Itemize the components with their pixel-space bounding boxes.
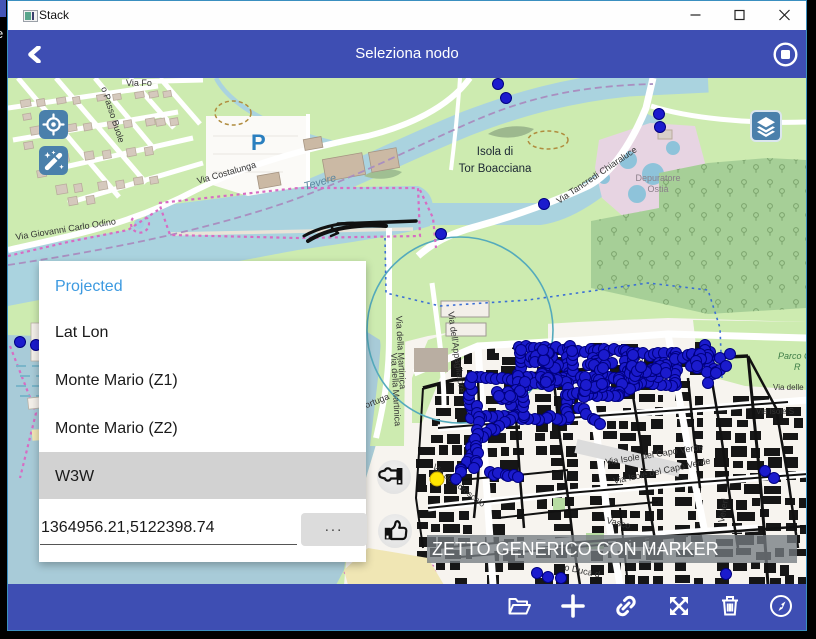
svg-text:Via Fo: Via Fo: [126, 78, 152, 88]
svg-text:Isola di: Isola di: [477, 146, 513, 158]
svg-text:Depuratore: Depuratore: [635, 173, 680, 183]
svg-text:Parco C: Parco C: [778, 351, 806, 361]
svg-text:R: R: [794, 362, 801, 372]
svg-text:Via delle M: Via delle M: [773, 383, 806, 392]
svg-text:Tor Boacciana: Tor Boacciana: [459, 163, 532, 175]
svg-text:Ostia: Ostia: [647, 184, 668, 194]
svg-text:P: P: [251, 130, 266, 155]
svg-text:Via Isole S: Via Isole S: [756, 407, 794, 416]
